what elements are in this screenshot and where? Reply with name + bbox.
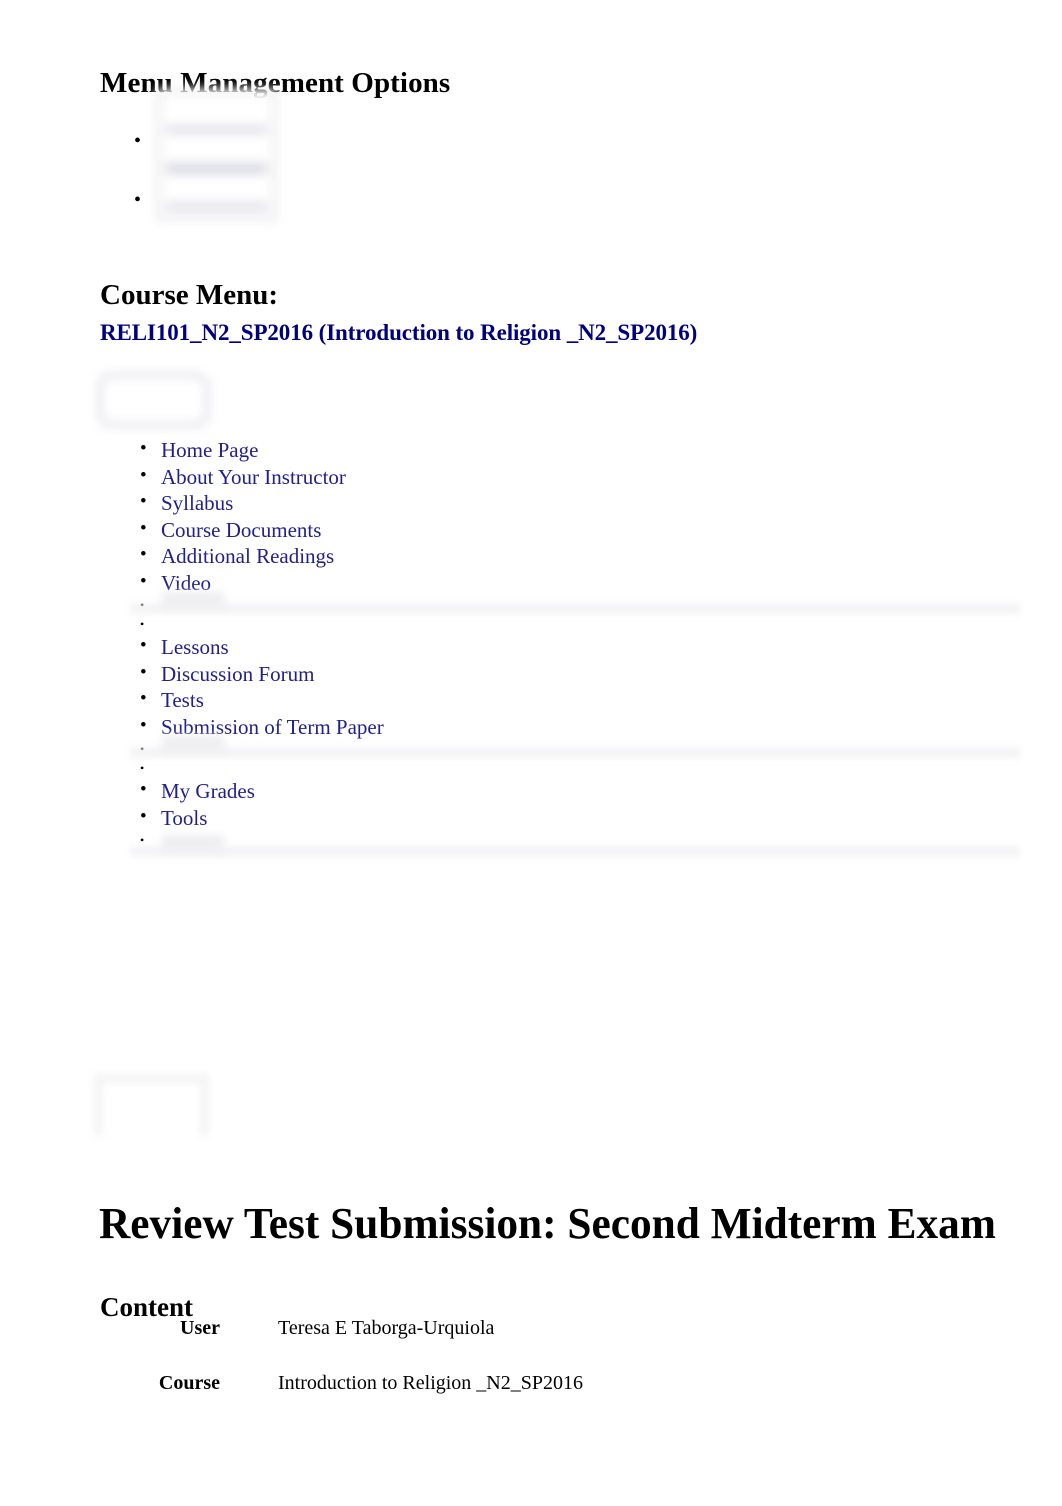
course-menu-link[interactable]: About Your Instructor: [161, 465, 346, 489]
detail-label-course: Course: [158, 1372, 220, 1394]
redacted-menu-widget-image: [155, 88, 278, 223]
sidebar-item-discussion-forum[interactable]: Discussion Forum: [134, 660, 384, 688]
course-menu-link[interactable]: Video: [161, 571, 211, 595]
sidebar-item-video[interactable]: Video: [134, 569, 384, 597]
sidebar-item-course-documents[interactable]: Course Documents: [134, 516, 384, 544]
course-menu-link[interactable]: My Grades: [161, 779, 255, 803]
course-menu-group-gap: [134, 759, 384, 778]
sidebar-item-lessons[interactable]: Lessons: [134, 633, 384, 661]
list-item[interactable]: [134, 186, 161, 245]
sidebar-item-about-your-instructor[interactable]: About Your Instructor: [134, 463, 384, 491]
sidebar-item-home-page[interactable]: Home Page: [134, 436, 384, 464]
course-menu-link[interactable]: Tests: [161, 688, 204, 712]
course-link[interactable]: RELI101_N2_SP2016 (Introduction to Relig…: [100, 320, 697, 346]
table-row: Course Introduction to Religion _N2_SP20…: [120, 1371, 583, 1426]
list-item[interactable]: [134, 127, 161, 186]
menu-management-options-list: [134, 127, 161, 245]
course-menu-list: Home Page About Your Instructor Syllabus…: [134, 436, 384, 850]
detail-value-course: Introduction to Religion _N2_SP2016: [278, 1372, 583, 1394]
detail-label-user: User: [180, 1317, 220, 1339]
course-menu-link[interactable]: Discussion Forum: [161, 662, 314, 686]
course-menu-divider-item: [134, 831, 384, 850]
course-menu-link[interactable]: Submission of Term Paper: [161, 715, 384, 739]
course-menu-link[interactable]: Course Documents: [161, 518, 321, 542]
page-title: Review Test Submission: Second Midterm E…: [99, 1199, 996, 1249]
content-details-table: User Teresa E Taborga-Urquiola Course In…: [120, 1316, 583, 1426]
sidebar-item-additional-readings[interactable]: Additional Readings: [134, 542, 384, 570]
course-menu-divider-item: [134, 740, 384, 759]
redacted-course-menu-button: [96, 371, 211, 429]
course-menu-link[interactable]: Syllabus: [161, 491, 233, 515]
course-menu-divider-item: [134, 596, 384, 615]
course-menu-link[interactable]: Tools: [161, 806, 207, 830]
sidebar-item-submission-of-term-paper[interactable]: Submission of Term Paper: [134, 713, 384, 741]
course-menu-group-gap: [134, 615, 384, 634]
sidebar-item-tests[interactable]: Tests: [134, 686, 384, 714]
detail-value-user: Teresa E Taborga-Urquiola: [278, 1317, 495, 1339]
redacted-page-icon: [94, 1074, 209, 1136]
document-page: Menu Management Options Course Menu: REL…: [0, 0, 1062, 1506]
course-menu-heading: Course Menu:: [100, 279, 279, 312]
sidebar-item-my-grades[interactable]: My Grades: [134, 777, 384, 805]
table-row: User Teresa E Taborga-Urquiola: [120, 1316, 583, 1371]
course-menu-link[interactable]: Additional Readings: [161, 544, 334, 568]
sidebar-item-syllabus[interactable]: Syllabus: [134, 489, 384, 517]
sidebar-item-tools[interactable]: Tools: [134, 804, 384, 832]
course-menu-link[interactable]: Lessons: [161, 635, 229, 659]
course-menu-link[interactable]: Home Page: [161, 438, 258, 462]
menu-management-heading: Menu Management Options: [100, 67, 451, 100]
